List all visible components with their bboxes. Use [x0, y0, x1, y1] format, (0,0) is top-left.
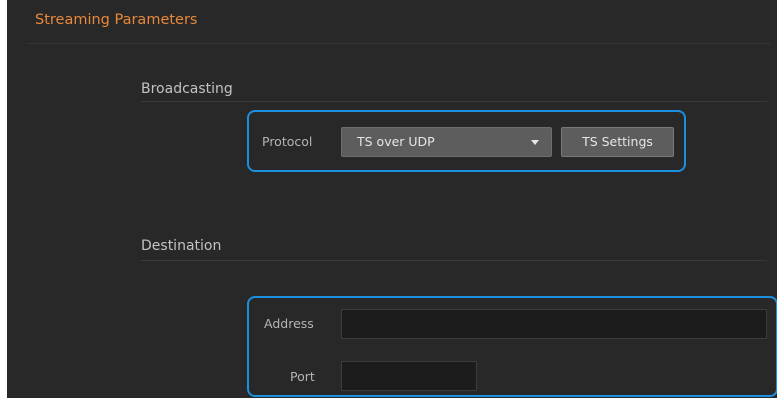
address-label: Address — [264, 316, 314, 331]
port-field[interactable] — [341, 361, 477, 391]
destination-divider — [141, 260, 767, 261]
broadcasting-heading: Broadcasting — [141, 81, 233, 97]
title-divider — [27, 43, 770, 44]
ts-settings-button[interactable]: TS Settings — [561, 127, 674, 157]
destination-heading: Destination — [141, 238, 222, 254]
protocol-select[interactable]: TS over UDP — [341, 127, 552, 157]
panel-title: Streaming Parameters — [35, 12, 198, 28]
port-label: Port — [290, 369, 315, 384]
protocol-select-value: TS over UDP — [357, 134, 435, 149]
address-field[interactable] — [341, 309, 767, 339]
protocol-label: Protocol — [262, 134, 313, 149]
broadcasting-divider — [141, 101, 767, 102]
chevron-down-icon — [531, 140, 539, 145]
